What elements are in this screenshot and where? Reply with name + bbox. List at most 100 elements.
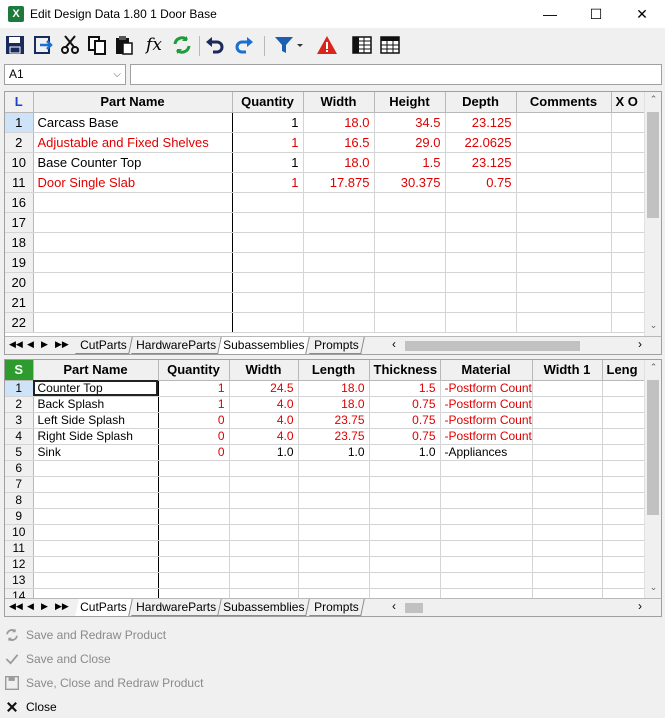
table-cell[interactable] <box>229 476 299 493</box>
row-header[interactable]: 5 <box>5 444 34 461</box>
close-button[interactable]: Close <box>4 696 57 718</box>
table-cell[interactable] <box>516 232 612 253</box>
table-cell[interactable] <box>33 492 159 509</box>
column-header[interactable]: Width <box>229 360 299 381</box>
row-header[interactable]: 7 <box>5 476 34 493</box>
table-cell[interactable]: -Postform Counter <box>440 428 533 445</box>
table-cell[interactable]: 0.75 <box>445 172 517 193</box>
table-cell[interactable] <box>445 272 517 293</box>
table-cell[interactable]: 34.5 <box>374 112 446 133</box>
table-cell[interactable] <box>232 192 304 213</box>
row-header[interactable]: 3 <box>5 412 34 429</box>
table-cell[interactable] <box>229 492 299 509</box>
row-header[interactable]: 17 <box>5 212 34 233</box>
table-cell[interactable]: 1.0 <box>369 444 441 461</box>
table-cell[interactable] <box>532 476 603 493</box>
scrollbar-thumb[interactable] <box>647 380 659 515</box>
table-cell[interactable] <box>298 508 370 525</box>
table-cell[interactable] <box>33 460 159 477</box>
table-cell[interactable] <box>374 212 446 233</box>
table-cell[interactable] <box>303 252 375 273</box>
row-header[interactable]: 9 <box>5 508 34 525</box>
row-header[interactable]: 21 <box>5 292 34 313</box>
column-header[interactable]: Width 1 <box>532 360 603 381</box>
table-cell[interactable]: 17.875 <box>303 172 375 193</box>
horizontal-scrollbar[interactable]: ‹ › <box>389 337 645 353</box>
scrollbar-thumb[interactable] <box>647 112 659 218</box>
table-cell[interactable] <box>440 540 533 557</box>
column-header[interactable]: Depth <box>445 92 517 113</box>
table-cell[interactable] <box>33 212 233 233</box>
table-cell[interactable] <box>298 572 370 589</box>
table-cell[interactable] <box>374 192 446 213</box>
row-header[interactable]: 12 <box>5 556 34 573</box>
next-sheet-icon[interactable]: ▶ <box>41 601 48 612</box>
row-header[interactable]: 11 <box>5 172 34 193</box>
table-cell[interactable]: 30.375 <box>374 172 446 193</box>
table-cell[interactable]: 4.0 <box>229 396 299 413</box>
formula-input[interactable] <box>130 64 662 85</box>
scroll-right-icon[interactable]: › <box>638 337 642 351</box>
table-cell[interactable] <box>440 460 533 477</box>
table-cell[interactable] <box>532 428 603 445</box>
table-cell[interactable] <box>232 272 304 293</box>
redo-icon[interactable] <box>232 33 256 57</box>
scroll-left-icon[interactable]: ‹ <box>392 337 396 351</box>
table-cell[interactable] <box>303 292 375 313</box>
table-cell[interactable] <box>158 476 230 493</box>
table-cell[interactable] <box>374 272 446 293</box>
table-cell[interactable] <box>229 556 299 573</box>
table-cell[interactable] <box>33 556 159 573</box>
tab-cutparts[interactable]: CutParts <box>75 599 133 616</box>
table-cell[interactable] <box>33 272 233 293</box>
warning-icon[interactable] <box>315 33 339 57</box>
table-cell[interactable] <box>298 476 370 493</box>
table-cell[interactable] <box>232 292 304 313</box>
column-header[interactable]: Height <box>374 92 446 113</box>
table-cell[interactable]: 22.0625 <box>445 132 517 153</box>
prev-sheet-icon[interactable]: ◀ <box>27 339 34 350</box>
table-cell[interactable] <box>532 556 603 573</box>
column-header[interactable]: Part Name <box>33 92 233 113</box>
table-cell[interactable]: 1 <box>158 396 230 413</box>
table-cell[interactable]: 23.75 <box>298 428 370 445</box>
table-cell[interactable] <box>158 508 230 525</box>
table-cell[interactable] <box>532 412 603 429</box>
table-cell[interactable] <box>232 212 304 233</box>
vertical-scrollbar[interactable]: ⌃ ⌄ <box>644 360 661 598</box>
table-cell[interactable]: 1 <box>232 132 304 153</box>
table-cell[interactable]: 4.0 <box>229 412 299 429</box>
row-header[interactable]: 2 <box>5 132 34 153</box>
table-cell[interactable] <box>303 232 375 253</box>
row-header[interactable]: 1 <box>5 380 34 397</box>
scroll-down-icon[interactable]: ⌄ <box>645 582 661 593</box>
table-cell[interactable] <box>232 312 304 333</box>
table-cell[interactable] <box>158 460 230 477</box>
column-header[interactable]: Comments <box>516 92 612 113</box>
table-cell[interactable] <box>33 312 233 333</box>
table-cell[interactable]: 0 <box>158 428 230 445</box>
close-window-button[interactable]: ✕ <box>619 0 665 28</box>
table-cell[interactable] <box>33 524 159 541</box>
table-cell[interactable] <box>369 524 441 541</box>
table-cell[interactable] <box>303 272 375 293</box>
table-cell[interactable] <box>33 292 233 313</box>
table-cell[interactable]: 1.0 <box>229 444 299 461</box>
first-sheet-icon[interactable]: ◀◀ <box>9 601 23 612</box>
scroll-up-icon[interactable]: ⌃ <box>645 362 661 373</box>
table-cell[interactable] <box>232 252 304 273</box>
table-cell[interactable] <box>516 212 612 233</box>
column-header[interactable]: Thickness <box>369 360 441 381</box>
corner-header[interactable]: S <box>5 360 34 381</box>
table-cell[interactable]: 29.0 <box>374 132 446 153</box>
row-header[interactable]: 6 <box>5 460 34 477</box>
corner-header[interactable]: L <box>5 92 34 113</box>
table-cell[interactable] <box>440 524 533 541</box>
table-cell[interactable] <box>303 312 375 333</box>
table-cell[interactable] <box>440 556 533 573</box>
table-cell[interactable] <box>229 572 299 589</box>
table-cell[interactable] <box>440 572 533 589</box>
save-icon[interactable] <box>3 33 27 57</box>
column-header[interactable]: Material <box>440 360 533 381</box>
table-cell[interactable]: Left Side Splash <box>33 412 159 429</box>
